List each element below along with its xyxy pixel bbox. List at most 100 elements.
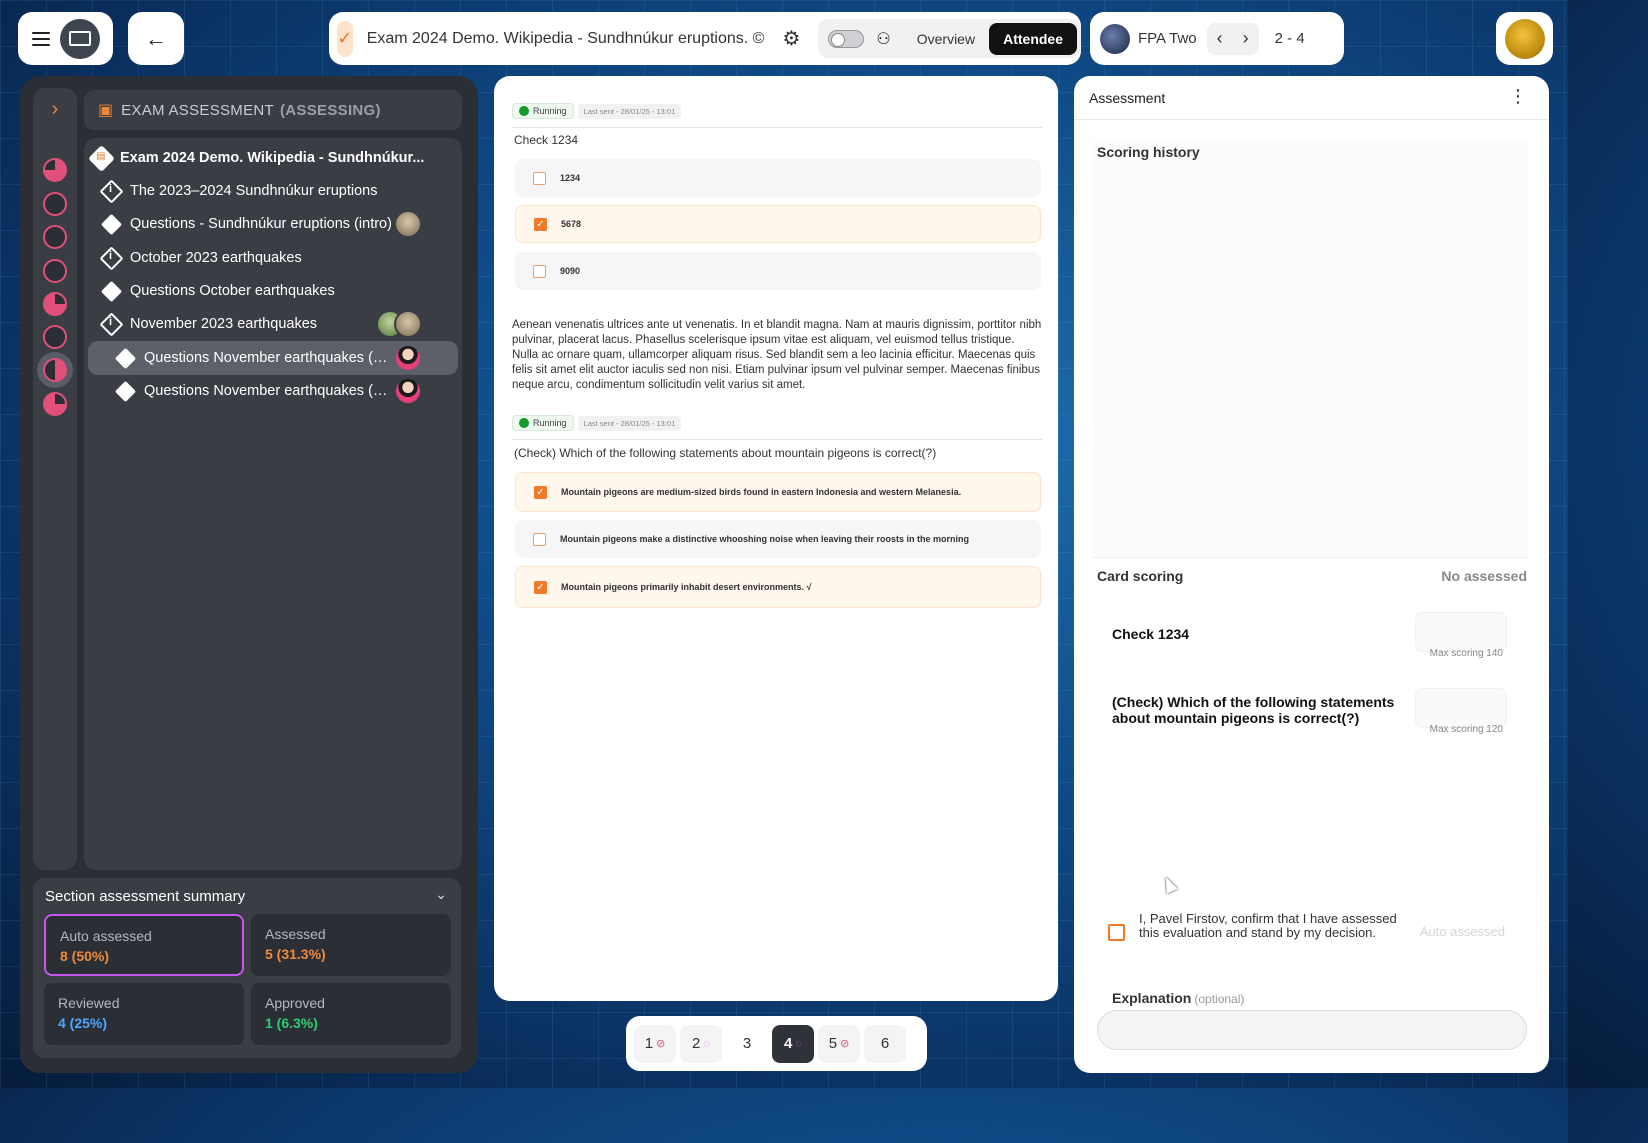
chevron-down-icon[interactable]: ⌄ — [435, 886, 447, 903]
info-paragraph: Aenean venenatis ultrices ante ut venena… — [512, 319, 1042, 391]
progress-rail: › — [33, 88, 77, 870]
score-input[interactable] — [1415, 688, 1507, 728]
question-icon — [114, 380, 136, 402]
tab-overview[interactable]: Overview — [903, 23, 989, 55]
dashed-circle-icon: ◌ — [703, 1037, 710, 1050]
assessment-title: Assessment — [1089, 90, 1166, 106]
score-input[interactable] — [1415, 612, 1507, 652]
question-icon — [100, 280, 122, 302]
checkbox[interactable] — [533, 171, 546, 185]
question-status: Running Last sent - 28/01/25 - 13:01 — [512, 103, 682, 119]
toggle-icon[interactable] — [828, 29, 865, 48]
view-switcher: ⚇ Overview Attendee — [818, 19, 1081, 58]
checkbox[interactable]: ✓ — [534, 485, 547, 499]
hamburger-icon — [31, 28, 50, 50]
page-button-4[interactable]: 4 ◌ — [772, 1024, 814, 1063]
question-icon — [100, 213, 122, 235]
chevron-right-icon[interactable]: › — [33, 88, 77, 130]
title-bar: ✓ Exam 2024 Demo. Wikipedia - Sundhnúkur… — [329, 12, 1081, 65]
clipboard-check-icon: ▣ — [98, 102, 114, 119]
incognito-icon: ⚇ — [876, 30, 891, 48]
status-badge: Running — [512, 103, 574, 119]
page-button-3[interactable]: 3 — [726, 1024, 768, 1063]
exam-icon: ▤ — [87, 144, 115, 172]
scoring-history-title: Scoring history — [1097, 144, 1200, 160]
stat-approved[interactable]: Approved 1 (6.3%) — [251, 983, 451, 1045]
check-circle-icon: ⊘ — [656, 1038, 666, 1050]
page-button-1[interactable]: 1 ⊘ — [634, 1024, 676, 1063]
clipboard-check-icon: ✓ — [337, 20, 353, 57]
info-icon: i — [98, 245, 124, 271]
tab-attendee[interactable]: Attendee — [989, 22, 1077, 55]
progress-pie — [43, 292, 67, 316]
page-title: Exam 2024 Demo. Wikipedia - Sundhnúkur e… — [366, 29, 765, 47]
stat-auto-assessed[interactable]: Auto assessed 8 (50%) — [44, 914, 244, 976]
menu-button[interactable] — [18, 12, 113, 65]
explanation-label: Explanation (optional) — [1112, 990, 1245, 1006]
tree-item-exam[interactable]: ▤ Exam 2024 Demo. Wikipedia - Sundhnúkur… — [84, 143, 462, 173]
content-tree: ▤ Exam 2024 Demo. Wikipedia - Sundhnúkur… — [84, 138, 462, 870]
checkbox[interactable] — [533, 264, 546, 278]
progress-pie — [43, 358, 67, 382]
attendee-range: 2 - 4 — [1274, 30, 1305, 47]
back-button[interactable]: ← — [128, 12, 184, 65]
question-panel: Running Last sent - 28/01/25 - 13:01 Che… — [494, 76, 1058, 1001]
tree-item-question[interactable]: Questions - Sundhnúkur eruptions (intro) — [84, 209, 462, 239]
tree-item-question-selected[interactable]: Questions November earthquakes (part... — [88, 341, 458, 375]
progress-pie — [43, 158, 67, 182]
attendee-nav: ‹ › — [1206, 22, 1259, 55]
arrow-left-icon: ← — [145, 25, 167, 51]
answer-option[interactable]: ✓ Mountain pigeons primarily inhabit des… — [515, 566, 1041, 608]
profile-button[interactable] — [1496, 12, 1553, 65]
score-card: (Check) Which of the following statement… — [1097, 680, 1527, 748]
assessment-header: Assessment ⋮ — [1074, 76, 1549, 120]
checkbox[interactable]: ✓ — [534, 580, 547, 594]
tree-item-info[interactable]: i October 2023 earthquakes — [84, 243, 462, 273]
dashed-circle-icon: ◌ — [795, 1037, 802, 1050]
check-circle-icon: ⊘ — [840, 1038, 850, 1050]
card-scoring-status: No assessed — [1441, 568, 1527, 584]
tree-item-info[interactable]: i November 2023 earthquakes — [84, 309, 462, 339]
auto-assessed-button[interactable]: Auto assessed — [1420, 924, 1505, 939]
gear-icon[interactable]: ⚙ — [782, 26, 800, 51]
summary-title: Section assessment summary — [45, 888, 246, 905]
assessment-panel: Assessment ⋮ Scoring history Card scorin… — [1074, 76, 1549, 1073]
checkbox[interactable] — [533, 532, 546, 546]
stat-assessed[interactable]: Assessed 5 (31.3%) — [251, 914, 451, 976]
page-button-2[interactable]: 2 ◌ — [680, 1024, 722, 1063]
status-badge: Running — [512, 415, 574, 431]
divider — [512, 439, 1042, 440]
card-pager: 1 ⊘ 2 ◌ 3 4 ◌ 5 ⊘ 6 — [626, 1016, 927, 1071]
vertical-dots-icon[interactable]: ⋮ — [1509, 86, 1527, 107]
tree-item-question[interactable]: Questions November earthquakes (part... — [84, 376, 462, 406]
page-button-6[interactable]: 6 — [864, 1024, 906, 1063]
attendee-switcher: FPA Two ‹ › 2 - 4 — [1090, 12, 1344, 65]
avatar — [394, 310, 422, 338]
answer-option[interactable]: ✓ Mountain pigeons are medium-sized bird… — [515, 472, 1041, 512]
avatar — [394, 344, 422, 372]
avatar — [1100, 23, 1130, 54]
stat-reviewed[interactable]: Reviewed 4 (25%) — [44, 983, 244, 1045]
last-sent: Last sent - 28/01/25 - 13:01 — [577, 415, 682, 431]
avatar — [1504, 18, 1545, 59]
question-title: (Check) Which of the following statement… — [514, 446, 937, 460]
progress-pie — [43, 259, 67, 283]
answer-option[interactable]: Mountain pigeons make a distinctive whoo… — [515, 520, 1041, 558]
question-status: Running Last sent - 28/01/25 - 13:01 — [512, 415, 682, 431]
score-card: Check 1234 Max scoring 140 — [1097, 604, 1527, 668]
left-panel: › ▣ EXAM ASSESSMENT (ASSESSING) ▤ Exam 20… — [20, 76, 478, 1073]
page-button-5[interactable]: 5 ⊘ — [818, 1024, 860, 1063]
avatar — [394, 210, 422, 238]
divider — [512, 127, 1042, 128]
chevron-left-icon[interactable]: ‹ — [1207, 28, 1233, 49]
tree-item-question[interactable]: Questions October earthquakes — [84, 276, 462, 306]
answer-option[interactable]: 1234 — [515, 159, 1041, 197]
chevron-right-icon[interactable]: › — [1233, 28, 1259, 49]
confirm-checkbox[interactable] — [1108, 924, 1125, 941]
answer-option[interactable]: ✓ 5678 — [515, 205, 1041, 243]
tree-item-info[interactable]: i The 2023–2024 Sundhnúkur eruptions — [84, 176, 462, 206]
answer-option[interactable]: 9090 — [515, 252, 1041, 290]
explanation-input[interactable] — [1097, 1010, 1527, 1050]
avatar — [394, 377, 422, 405]
checkbox[interactable]: ✓ — [534, 217, 547, 231]
